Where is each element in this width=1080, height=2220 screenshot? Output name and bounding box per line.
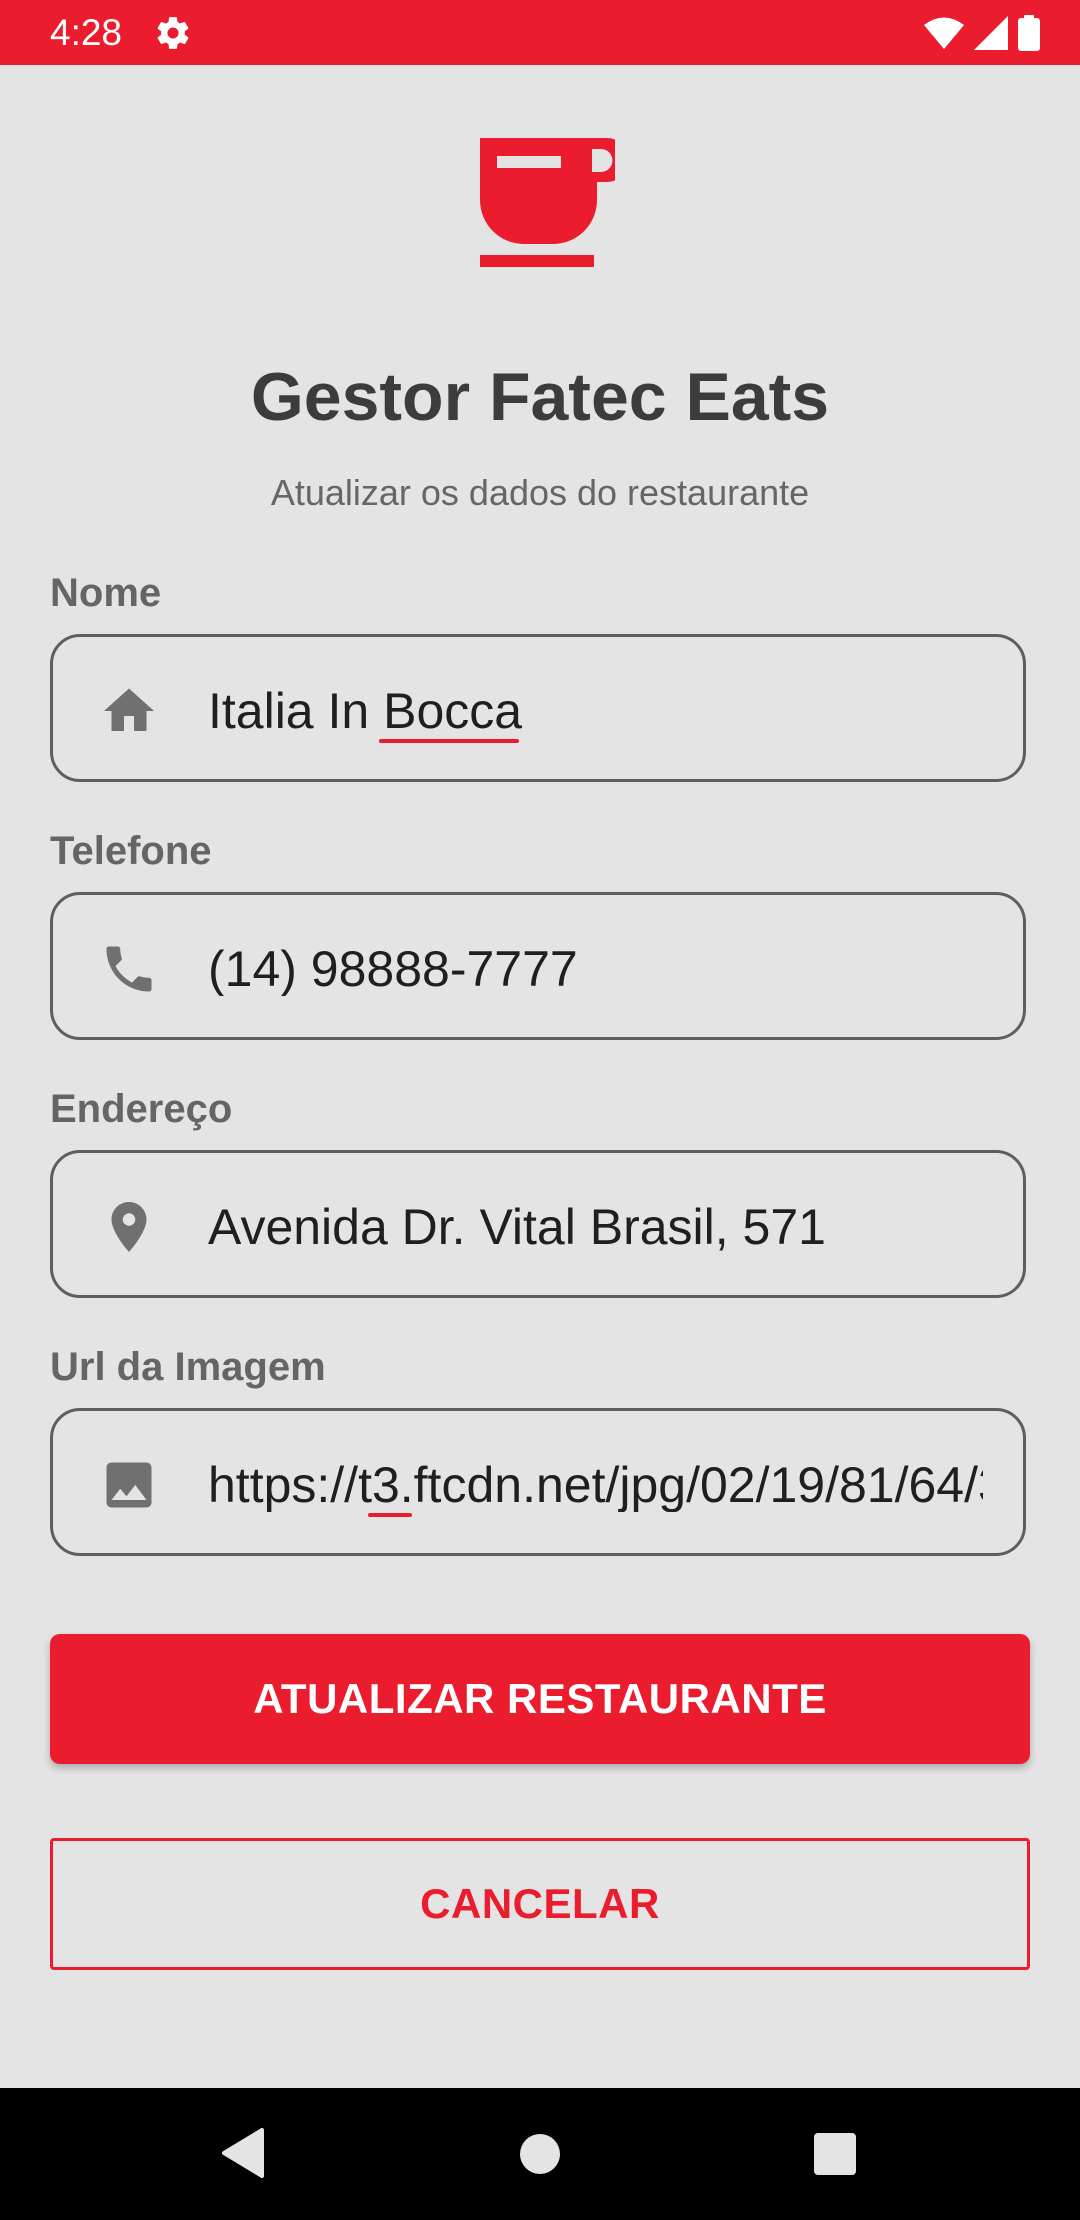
url-imagem-input[interactable]: https://t3.ftcdn.net/jpg/02/19/81/64/360… bbox=[208, 1458, 983, 1512]
navigation-bar bbox=[0, 2088, 1080, 2220]
home-icon bbox=[99, 681, 159, 741]
nome-label: Nome bbox=[50, 571, 162, 615]
endereco-input[interactable]: Avenida Dr. Vital Brasil, 571 bbox=[208, 1200, 983, 1254]
home-circle-icon[interactable] bbox=[519, 2133, 561, 2180]
status-bar: 4:28 bbox=[0, 0, 1080, 65]
nome-input[interactable]: Italia In Bocca bbox=[208, 684, 983, 738]
status-icons bbox=[924, 14, 1040, 52]
image-icon bbox=[99, 1455, 159, 1515]
telefone-label: Telefone bbox=[50, 829, 212, 873]
wifi-icon bbox=[924, 16, 964, 50]
cancel-button[interactable]: CANCELAR bbox=[50, 1838, 1030, 1970]
recents-icon[interactable] bbox=[814, 2133, 856, 2180]
telefone-input[interactable]: (14) 98888-7777 bbox=[208, 942, 983, 996]
settings-icon bbox=[154, 14, 192, 52]
battery-icon bbox=[1018, 15, 1040, 51]
app-title: Gestor Fatec Eats bbox=[250, 359, 830, 435]
coffee-cup-icon bbox=[475, 132, 629, 272]
signal-icon bbox=[974, 16, 1008, 50]
page-subtitle: Atualizar os dados do restaurante bbox=[270, 472, 810, 513]
url-imagem-label: Url da Imagem bbox=[50, 1345, 326, 1389]
endereco-label: Endereço bbox=[50, 1087, 233, 1131]
back-icon[interactable] bbox=[222, 2128, 266, 2183]
spellcheck-underline bbox=[379, 739, 519, 743]
nome-field[interactable]: Italia In Bocca bbox=[50, 634, 1026, 782]
telefone-field[interactable]: (14) 98888-7777 bbox=[50, 892, 1026, 1040]
spellcheck-underline bbox=[368, 1513, 412, 1517]
update-restaurant-button[interactable]: ATUALIZAR RESTAURANTE bbox=[50, 1634, 1030, 1764]
endereco-field[interactable]: Avenida Dr. Vital Brasil, 571 bbox=[50, 1150, 1026, 1298]
phone-icon bbox=[99, 939, 159, 999]
status-time: 4:28 bbox=[50, 12, 123, 53]
url-imagem-field[interactable]: https://t3.ftcdn.net/jpg/02/19/81/64/360… bbox=[50, 1408, 1026, 1556]
location-pin-icon bbox=[99, 1197, 159, 1257]
